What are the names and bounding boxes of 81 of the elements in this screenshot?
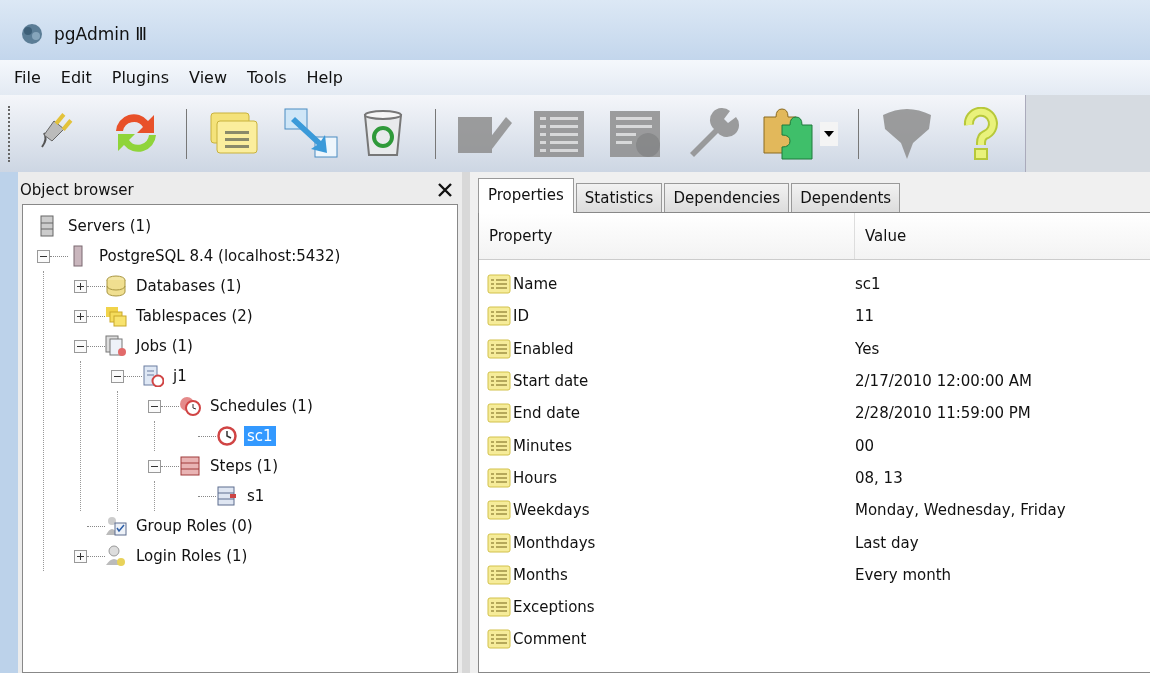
menu-item[interactable]: Edit bbox=[60, 66, 92, 89]
property-icon bbox=[487, 434, 511, 457]
person-icon bbox=[105, 545, 127, 567]
property-name: Exceptions bbox=[513, 598, 595, 617]
expand-icon[interactable] bbox=[74, 309, 87, 323]
property-icon bbox=[487, 305, 511, 328]
property-name: Monthdays bbox=[513, 533, 596, 552]
menu-item[interactable]: Help bbox=[306, 66, 343, 89]
tree-item[interactable]: Jobs (1) bbox=[133, 336, 196, 356]
expand-icon[interactable] bbox=[74, 279, 87, 293]
property-name: Comment bbox=[513, 630, 587, 649]
menu-item[interactable]: File bbox=[14, 66, 41, 89]
tree-item[interactable]: Schedules (1) bbox=[207, 396, 316, 416]
dropdown-button[interactable] bbox=[820, 121, 838, 146]
property-name: Minutes bbox=[513, 436, 573, 455]
property-icon bbox=[487, 402, 511, 425]
tree-item[interactable]: Servers (1) bbox=[65, 216, 155, 236]
property-icon bbox=[487, 273, 511, 296]
tree-item[interactable]: PostgreSQL 8.4 (localhost:5432) bbox=[96, 246, 344, 266]
property-icon bbox=[487, 466, 511, 489]
property-name: End date bbox=[513, 404, 581, 423]
menu-item[interactable]: View bbox=[189, 66, 228, 89]
arrow-icon[interactable] bbox=[283, 106, 339, 161]
property-value: 00 bbox=[854, 436, 875, 455]
tree-item[interactable]: Group Roles (0) bbox=[133, 516, 256, 536]
property-value: 2/28/2010 11:59:00 PM bbox=[854, 404, 1031, 423]
property-value: Every month bbox=[854, 565, 952, 584]
tree-item[interactable]: Steps (1) bbox=[207, 456, 281, 476]
column-header[interactable]: Property bbox=[479, 213, 855, 259]
property-value: 2/17/2010 12:00:00 AM bbox=[854, 372, 1033, 391]
property-value: sc1 bbox=[854, 275, 881, 294]
collapse-icon[interactable] bbox=[148, 399, 161, 413]
property-value: Monday, Wednesday, Friday bbox=[854, 501, 1066, 520]
property-value: Last day bbox=[854, 533, 919, 552]
expand-icon[interactable] bbox=[74, 549, 87, 563]
step-list-icon bbox=[179, 455, 201, 477]
property-name: Weekdays bbox=[513, 501, 590, 520]
property-icon bbox=[487, 337, 511, 360]
collapse-icon[interactable] bbox=[74, 339, 87, 353]
collapse-icon[interactable] bbox=[148, 459, 161, 473]
property-value: 11 bbox=[854, 307, 875, 326]
property-value: 08, 13 bbox=[854, 468, 903, 487]
property-name: Name bbox=[513, 275, 558, 294]
group-icon bbox=[105, 515, 127, 537]
column-header[interactable]: Value bbox=[855, 213, 907, 259]
property-icon bbox=[487, 628, 511, 651]
property-name: Months bbox=[513, 565, 568, 584]
tree-item[interactable]: j1 bbox=[170, 366, 190, 386]
panel-title: Object browser bbox=[20, 181, 134, 199]
property-icon bbox=[487, 563, 511, 586]
property-icon bbox=[487, 370, 511, 393]
collapse-icon[interactable] bbox=[111, 369, 124, 383]
tree-item[interactable]: Login Roles (1) bbox=[133, 546, 251, 566]
caret-icon bbox=[824, 130, 834, 137]
tree-item[interactable]: Tablespaces (2) bbox=[133, 306, 256, 326]
property-name: Start date bbox=[513, 372, 589, 391]
property-name: Hours bbox=[513, 468, 557, 487]
menu-item[interactable]: Tools bbox=[247, 66, 287, 89]
property-icon bbox=[487, 531, 511, 554]
property-name: Enabled bbox=[513, 339, 574, 358]
tab[interactable]: Dependencies bbox=[664, 183, 790, 212]
property-name: ID bbox=[513, 307, 529, 326]
job-list-icon bbox=[105, 335, 127, 357]
tab[interactable]: Dependents bbox=[791, 183, 901, 212]
clock-icon bbox=[216, 425, 238, 447]
property-value: Yes bbox=[854, 339, 880, 358]
tree-item[interactable]: Databases (1) bbox=[133, 276, 245, 296]
clock-icon bbox=[179, 395, 201, 417]
step-icon bbox=[216, 485, 238, 507]
property-icon bbox=[487, 596, 511, 619]
tree-item[interactable]: s1 bbox=[244, 486, 268, 506]
job-icon bbox=[142, 365, 164, 387]
tab[interactable]: Statistics bbox=[575, 183, 663, 212]
collapse-icon[interactable] bbox=[37, 249, 50, 263]
window-title: pgAdmin Ⅲ bbox=[54, 24, 147, 44]
folders-icon bbox=[105, 305, 127, 327]
menu-item[interactable]: Plugins bbox=[111, 66, 170, 89]
database-icon bbox=[105, 275, 127, 297]
close-icon[interactable] bbox=[438, 183, 452, 197]
tab[interactable]: Properties bbox=[478, 178, 574, 213]
property-icon bbox=[487, 499, 511, 522]
